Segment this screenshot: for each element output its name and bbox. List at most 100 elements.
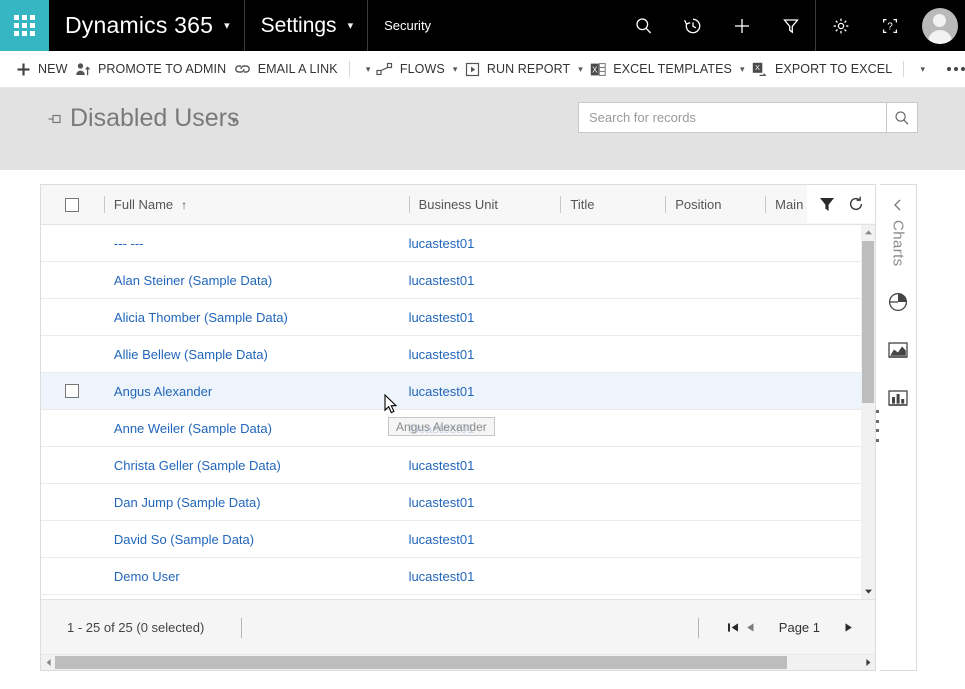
chevron-left-icon[interactable] — [886, 194, 910, 216]
quick-create-icon[interactable] — [717, 0, 766, 51]
record-count-label: 1 - 25 of 25 (0 selected) — [67, 620, 205, 635]
table-row[interactable]: Angus Alexander lucastest01 — [41, 373, 875, 410]
column-divider — [665, 196, 667, 213]
area-label: Security — [384, 18, 432, 33]
chevron-down-icon: ▾ — [224, 20, 230, 32]
column-header-position[interactable]: Position — [665, 185, 765, 224]
excel-icon: X — [590, 62, 606, 77]
table-row[interactable]: Christa Geller (Sample Data) lucastest01 — [41, 447, 875, 484]
chevron-down-icon[interactable]: ▾ — [231, 113, 237, 127]
column-header-full-name[interactable]: Full Name ↑ — [103, 185, 409, 224]
cell-full-name[interactable]: Alan Steiner (Sample Data) — [104, 273, 409, 288]
grid-horizontal-scrollbar[interactable] — [41, 654, 875, 670]
first-page-icon[interactable] — [725, 617, 742, 639]
scroll-down-icon[interactable] — [861, 584, 875, 599]
settings-dropdown[interactable]: Settings ▾ — [245, 0, 369, 51]
grid-horizontal-scroll-thumb[interactable] — [55, 656, 787, 669]
cell-business-unit: lucastest01 — [408, 272, 475, 288]
cell-full-name[interactable]: Allie Bellew (Sample Data) — [104, 347, 409, 362]
cell-full-name[interactable]: Christa Geller (Sample Data) — [104, 458, 409, 473]
run-report-caret-icon[interactable]: ▾ — [578, 64, 583, 75]
cell-full-name[interactable]: David So (Sample Data) — [104, 532, 409, 547]
column-header-business-unit[interactable]: Business Unit — [408, 185, 561, 224]
panel-resize-handle[interactable] — [874, 410, 880, 442]
cell-business-unit: lucastest01 — [408, 531, 475, 547]
grid-vertical-scrollbar[interactable] — [861, 225, 875, 599]
link-icon — [234, 62, 251, 76]
checkbox-unchecked-icon[interactable] — [65, 384, 80, 398]
area-chart-icon[interactable] — [885, 337, 911, 363]
refresh-icon[interactable] — [847, 195, 865, 213]
brand-dropdown[interactable]: Dynamics 365 ▾ — [49, 0, 245, 51]
flows-caret-icon[interactable]: ▾ — [453, 64, 458, 75]
email-a-link-button[interactable]: EMAIL A LINK — [232, 51, 340, 88]
scroll-left-icon[interactable] — [41, 655, 55, 670]
export-excel-icon: X — [752, 62, 768, 77]
table-row[interactable]: --- --- lucastest01 — [41, 225, 875, 262]
cell-full-name[interactable]: Angus Alexander — [104, 384, 409, 399]
select-all-header[interactable] — [41, 185, 104, 224]
history-icon[interactable] — [668, 0, 717, 51]
search-submit-button[interactable] — [886, 102, 918, 133]
charts-panel-label[interactable]: Charts — [890, 220, 907, 267]
cell-full-name[interactable]: Demo User — [104, 569, 409, 584]
checkbox-unchecked-icon[interactable] — [65, 197, 80, 212]
svg-text:?: ? — [887, 21, 893, 32]
area-label-security[interactable]: Security — [368, 0, 447, 51]
column-header-label: Title — [570, 197, 595, 212]
export-to-excel-label: EXPORT TO EXCEL — [775, 62, 893, 76]
column-divider — [560, 196, 562, 213]
new-button[interactable]: NEW — [14, 51, 69, 88]
pie-chart-icon[interactable] — [885, 289, 911, 315]
grid-vertical-scroll-thumb[interactable] — [862, 241, 874, 403]
next-page-icon[interactable] — [840, 617, 857, 639]
scroll-up-icon[interactable] — [861, 225, 875, 240]
column-header-title[interactable]: Title — [560, 185, 665, 224]
grid-header-tools — [807, 185, 875, 223]
scroll-right-icon[interactable] — [861, 655, 875, 670]
grid-footer: 1 - 25 of 25 (0 selected) Page 1 — [41, 599, 875, 655]
export-to-excel-button[interactable]: X EXPORT TO EXCEL — [750, 51, 894, 88]
bar-chart-icon[interactable] — [885, 385, 911, 411]
pager-divider — [697, 617, 699, 638]
previous-page-icon[interactable] — [742, 617, 759, 639]
cell-full-name[interactable]: Dan Jump (Sample Data) — [104, 495, 409, 510]
table-row[interactable]: Allie Bellew (Sample Data) lucastest01 — [41, 336, 875, 373]
cell-full-name[interactable]: --- --- — [104, 236, 409, 251]
excel-templates-caret-icon[interactable]: ▾ — [740, 64, 745, 75]
table-row[interactable]: Alan Steiner (Sample Data) lucastest01 — [41, 262, 875, 299]
plus-icon — [16, 62, 31, 77]
row-select-cell[interactable] — [41, 384, 104, 398]
promote-to-admin-button[interactable]: PROMOTE TO ADMIN — [73, 51, 228, 88]
table-row[interactable]: David So (Sample Data) lucastest01 — [41, 521, 875, 558]
column-header-label: Full Name — [113, 197, 174, 212]
table-row[interactable]: Demo User lucastest01 — [41, 558, 875, 595]
flows-button[interactable]: FLOWS ▾ — [374, 51, 459, 88]
dynamics-crm-grid-page: Dynamics 365 ▾ Settings ▾ Security ? NEW… — [0, 0, 965, 689]
search-icon[interactable] — [619, 0, 668, 51]
excel-templates-button[interactable]: X EXCEL TEMPLATES ▾ — [588, 51, 746, 88]
pin-icon[interactable] — [47, 112, 64, 131]
cell-business-unit: lucastest01 — [408, 494, 475, 510]
page-title[interactable]: Disabled Users — [70, 104, 240, 133]
cell-full-name[interactable]: Alicia Thomber (Sample Data) — [104, 310, 409, 325]
cell-full-name[interactable]: Anne Weiler (Sample Data) — [104, 421, 409, 436]
brand-title: Dynamics 365 — [65, 12, 214, 38]
cell-business-unit: lucastest01 — [408, 457, 475, 473]
export-to-excel-caret-icon[interactable]: ▾ — [920, 64, 925, 75]
email-a-link-caret-icon[interactable]: ▾ — [366, 64, 371, 75]
gear-icon[interactable] — [816, 0, 865, 51]
more-commands-icon[interactable] — [946, 67, 965, 71]
search-input[interactable] — [578, 102, 886, 133]
filter-icon[interactable] — [818, 195, 836, 213]
user-avatar-button[interactable] — [914, 0, 965, 51]
table-row[interactable]: Alicia Thomber (Sample Data) lucastest01 — [41, 299, 875, 336]
advanced-filter-icon[interactable] — [766, 0, 815, 51]
run-report-button[interactable]: RUN REPORT ▾ — [463, 51, 585, 88]
pagination-controls: Page 1 — [697, 617, 875, 639]
table-row[interactable]: Dan Jump (Sample Data) lucastest01 — [41, 484, 875, 521]
help-icon[interactable]: ? — [865, 0, 914, 51]
run-report-label: RUN REPORT — [486, 62, 571, 76]
app-launcher-button[interactable] — [0, 0, 49, 51]
row-tooltip: Angus Alexander — [388, 417, 495, 436]
